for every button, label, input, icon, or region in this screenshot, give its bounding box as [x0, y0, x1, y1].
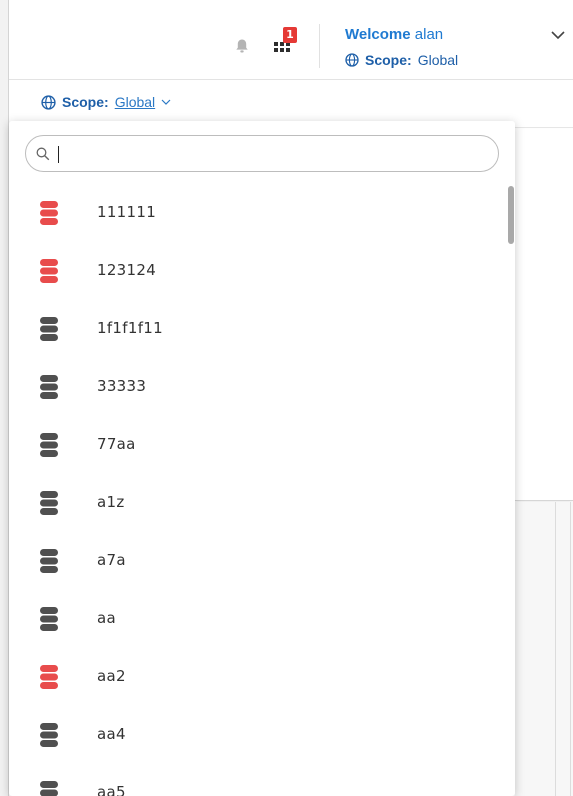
- notification-badge: 1: [283, 27, 297, 43]
- database-icon: [40, 723, 58, 747]
- list-item-label: aa5: [97, 783, 126, 796]
- database-icon: [40, 549, 58, 573]
- bell-icon[interactable]: [235, 38, 249, 54]
- search-icon: [36, 147, 50, 161]
- list-item[interactable]: 77aa: [9, 415, 499, 473]
- globe-icon: [41, 94, 56, 110]
- list-item[interactable]: a7a: [9, 531, 499, 589]
- list-item-label: 33333: [97, 377, 147, 395]
- chevron-down-icon[interactable]: [550, 30, 566, 40]
- background-divider: [570, 502, 571, 796]
- scope-selector[interactable]: Scope: Global: [41, 94, 171, 110]
- list-item-label: aa: [97, 609, 116, 627]
- window-left-edge: [0, 0, 9, 796]
- top-header: 1 Welcome alan Scope: Global: [9, 0, 573, 80]
- list-item-label: 123124: [97, 261, 157, 279]
- background-content: [515, 502, 573, 796]
- list-item-label: aa4: [97, 725, 126, 743]
- list-item-label: 1f1f1f11: [97, 319, 163, 337]
- database-icon: [40, 665, 58, 689]
- header-scope: Scope: Global: [345, 52, 458, 68]
- list-item[interactable]: a1z: [9, 473, 499, 531]
- header-scope-label: Scope:: [365, 52, 412, 68]
- chevron-down-icon[interactable]: [161, 99, 171, 106]
- list-item-label: a7a: [97, 551, 126, 569]
- list-item-label: a1z: [97, 493, 125, 511]
- database-icon: [40, 317, 58, 341]
- list-item[interactable]: 123124: [9, 241, 499, 299]
- search-input[interactable]: [60, 142, 480, 166]
- list-item-label: aa2: [97, 667, 126, 685]
- background-panel: [515, 129, 573, 501]
- text-cursor: [58, 146, 59, 163]
- search-box[interactable]: [25, 135, 499, 172]
- list-item-label: 77aa: [97, 435, 136, 453]
- database-icon: [40, 201, 58, 225]
- database-icon: [40, 433, 58, 457]
- list-item[interactable]: aa4: [9, 705, 499, 763]
- list-item-label: 111111: [97, 203, 157, 221]
- scope-value-link[interactable]: Global: [115, 94, 155, 110]
- database-icon: [40, 375, 58, 399]
- database-icon: [40, 607, 58, 631]
- scope-dropdown: 111111 123124 1f1f1f11 33333 77aa a1z a7a aa aa2…: [9, 121, 515, 796]
- database-icon: [40, 491, 58, 515]
- scope-label: Scope:: [62, 94, 109, 110]
- list-item[interactable]: 33333: [9, 357, 499, 415]
- header-scope-value: Global: [417, 52, 459, 68]
- list-item[interactable]: aa: [9, 589, 499, 647]
- background-divider: [555, 502, 556, 796]
- scrollbar-thumb[interactable]: [508, 186, 514, 244]
- welcome-text: Welcome alan: [345, 26, 443, 43]
- scrollbar-track[interactable]: [504, 183, 514, 796]
- database-icon: [40, 259, 58, 283]
- welcome-label: Welcome: [345, 26, 411, 43]
- list-item[interactable]: aa5: [9, 763, 499, 796]
- header-divider: [319, 24, 320, 68]
- user-name: alan: [414, 26, 444, 43]
- database-icon: [40, 781, 58, 796]
- globe-icon: [345, 53, 359, 67]
- list-item[interactable]: aa2: [9, 647, 499, 705]
- list-item[interactable]: 1f1f1f11: [9, 299, 499, 357]
- list-item[interactable]: 111111: [9, 183, 499, 241]
